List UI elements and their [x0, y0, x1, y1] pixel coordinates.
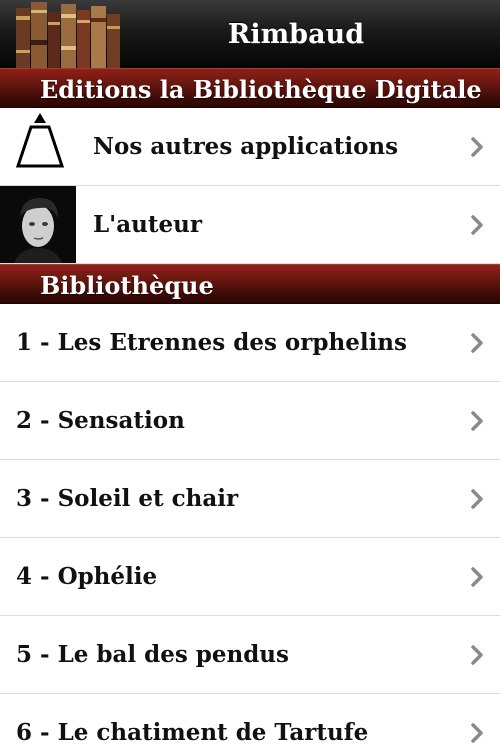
list-item-label: 2 - Sensation — [16, 407, 185, 434]
list-item[interactable]: 1 - Les Etrennes des orphelins — [0, 304, 500, 382]
chevron-right-icon — [471, 644, 483, 665]
list-item[interactable]: 4 - Ophélie — [0, 538, 500, 616]
list-item[interactable]: 5 - Le bal des pendus — [0, 616, 500, 694]
list-item-label: 6 - Le chatiment de Tartufe — [16, 719, 369, 746]
chevron-right-icon — [471, 566, 483, 587]
pyramid-logo-icon — [0, 108, 76, 185]
list-item[interactable]: 2 - Sensation — [0, 382, 500, 460]
chevron-right-icon — [471, 214, 483, 235]
section-header-library: Bibliothèque — [0, 264, 500, 304]
list-item-label: 3 - Soleil et chair — [16, 485, 239, 512]
page-title: Rimbaud — [227, 19, 365, 50]
list-item[interactable]: 6 - Le chatiment de Tartufe — [0, 694, 500, 750]
list-item-other-apps[interactable]: Nos autres applications — [0, 108, 500, 186]
list-item-label: 4 - Ophélie — [16, 563, 158, 590]
list-item-label: 5 - Le bal des pendus — [16, 641, 289, 668]
app-screen: Rimbaud Editions la Bibliothèque Digital… — [0, 0, 500, 750]
navigation-bar: Rimbaud — [0, 0, 500, 68]
chevron-right-icon — [471, 410, 483, 431]
section-header-editions: Editions la Bibliothèque Digitale — [0, 68, 500, 108]
chevron-right-icon — [471, 488, 483, 509]
chevron-right-icon — [471, 136, 483, 157]
list-item[interactable]: 3 - Soleil et chair — [0, 460, 500, 538]
author-portrait-icon — [0, 186, 76, 263]
list-item-label: 1 - Les Etrennes des orphelins — [16, 329, 407, 356]
list-item-author[interactable]: L'auteur — [0, 186, 500, 264]
chevron-right-icon — [471, 722, 483, 743]
chevron-right-icon — [471, 332, 483, 353]
